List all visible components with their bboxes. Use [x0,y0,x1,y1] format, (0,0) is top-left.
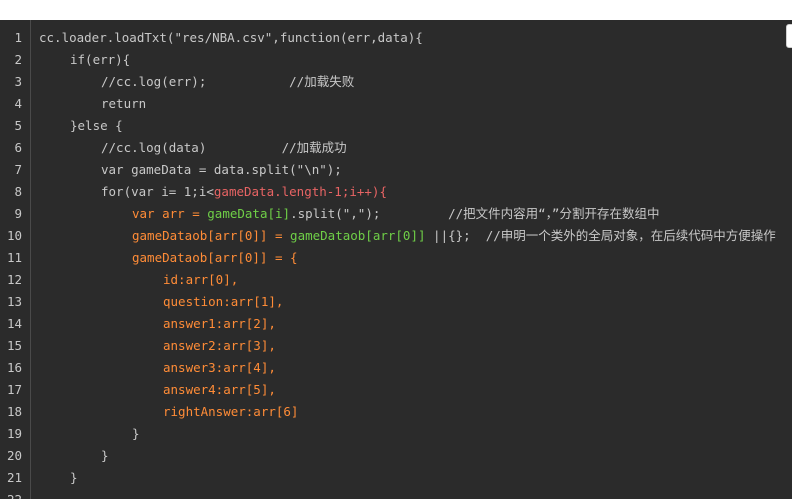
code-line: 7 var gameData = data.split("\n"); [0,159,792,181]
code-text: return [101,93,146,115]
code-token: //cc.log(data) //加载成功 [101,140,347,155]
code-token: var arr = [132,206,208,221]
code-token: //cc.log(err); //加载失败 [101,74,355,89]
line-number: 13 [6,294,22,309]
code-text: gameDataob[arr[0]] = { [132,247,298,269]
code-token: }else { [70,118,123,133]
code-token: } [132,426,140,441]
code-line: 19} [0,423,792,445]
line-number: 15 [6,338,22,353]
code-text: } [70,467,78,489]
code-token: rightAnswer:arr[6] [163,404,299,419]
code-text: //cc.log(err); //加载失败 [101,71,354,93]
code-line: 22 [0,489,792,499]
code-text: for(var i= 1;i<gameData.length-1;i++){ [101,181,387,203]
line-number: 6 [14,140,22,155]
line-number: 4 [14,96,22,111]
code-text: cc.loader.loadTxt("res/NBA.csv",function… [39,27,423,49]
code-text: var gameData = data.split("\n"); [101,159,342,181]
line-number: 2 [14,52,22,67]
code-text: id:arr[0], [163,269,238,291]
code-token: id:arr[0], [163,272,239,287]
code-line: 11 gameDataob[arr[0]] = { [0,247,792,269]
code-token: if(err){ [70,52,131,67]
code-line: 13 question:arr[1], [0,291,792,313]
code-block: 1 cc.loader.loadTxt("res/NBA.csv",functio… [0,20,792,499]
code-token: gameDataob[arr[0]] = [132,228,291,243]
code-line: 4 return [0,93,792,115]
line-number: 3 [14,74,22,89]
code-token: answer4:arr[5], [163,382,276,397]
code-line: 8 for(var i= 1;i<gameData.length-1;i++){ [0,181,792,203]
code-text: } [101,445,109,467]
code-token: return [101,96,147,111]
code-line: 16 answer3:arr[4], [0,357,792,379]
code-token: gameDataob[arr[0]] = { [132,250,298,265]
code-token: gameData.length-1;i++){ [213,184,387,199]
code-line: 1 cc.loader.loadTxt("res/NBA.csv",functio… [0,27,792,49]
code-token: for(var i= 1;i< [101,184,214,199]
code-line: 3 //cc.log(err); //加载失败 [0,71,792,93]
code-text: question:arr[1], [163,291,283,313]
code-text: rightAnswer:arr[6] [163,401,298,423]
line-number: 18 [6,404,22,419]
code-text: } [132,423,140,445]
code-line: 15 answer2:arr[3], [0,335,792,357]
code-token: question:arr[1], [163,294,284,309]
code-line: 9 var arr = gameData[i].split(","); //把文件… [0,203,792,225]
line-number: 7 [14,162,22,177]
code-line: 14 answer1:arr[2], [0,313,792,335]
code-text: gameDataob[arr[0]] = gameDataob[arr[0]] … [132,225,776,247]
code-text: answer1:arr[2], [163,313,276,335]
code-text: }else { [70,115,123,137]
line-number: 14 [6,316,22,331]
line-number: 12 [6,272,22,287]
code-text: answer3:arr[4], [163,357,276,379]
code-line: 20} [0,445,792,467]
code-token: .split(","); [290,206,381,221]
code-token: } [101,448,109,463]
line-number: 19 [6,426,22,441]
code-token: answer2:arr[3], [163,338,276,353]
code-token: var gameData = data.split("\n"); [101,162,342,177]
code-token: answer3:arr[4], [163,360,276,375]
line-number: 5 [14,118,22,133]
code-line: 17 answer4:arr[5], [0,379,792,401]
code-line: 18 rightAnswer:arr[6] [0,401,792,423]
line-number: 22 [0,489,22,499]
line-number: 17 [6,382,22,397]
code-line: 6 //cc.log(data) //加载成功 [0,137,792,159]
code-line: 10 gameDataob[arr[0]] = gameDataob[arr[0]… [0,225,792,247]
code-text: var arr = gameData[i].split(","); //把文件内… [132,203,659,225]
line-number: 1 [14,30,22,45]
line-number: 11 [6,250,22,265]
code-token: } [70,470,78,485]
line-number: 8 [14,184,22,199]
code-token: answer1:arr[2], [163,316,276,331]
code-line: 2 if(err){ [0,49,792,71]
line-number: 20 [6,448,22,463]
code-text: if(err){ [70,49,130,71]
copy-button-edge[interactable] [786,24,792,48]
line-number: 10 [6,228,22,243]
code-line: 12 id:arr[0], [0,269,792,291]
code-line: 21} [0,467,792,489]
line-number: 9 [14,206,22,221]
code-text: answer4:arr[5], [163,379,276,401]
code-token: gameData[i] [207,206,291,221]
code-text: //cc.log(data) //加载成功 [101,137,347,159]
code-text: answer2:arr[3], [163,335,276,357]
code-token: //把文件内容用“，”分割开存在数组中 [380,206,660,221]
code-line: 5 }else { [0,115,792,137]
line-number: 16 [6,360,22,375]
code-token: gameDataob[arr[0]] [290,228,426,243]
code-token: cc.loader.loadTxt("res/NBA.csv",function… [39,30,423,45]
code-token: ||{}; //申明一个类外的全局对象，在后续代码中方便操作 [425,228,776,243]
line-number: 21 [6,470,22,485]
